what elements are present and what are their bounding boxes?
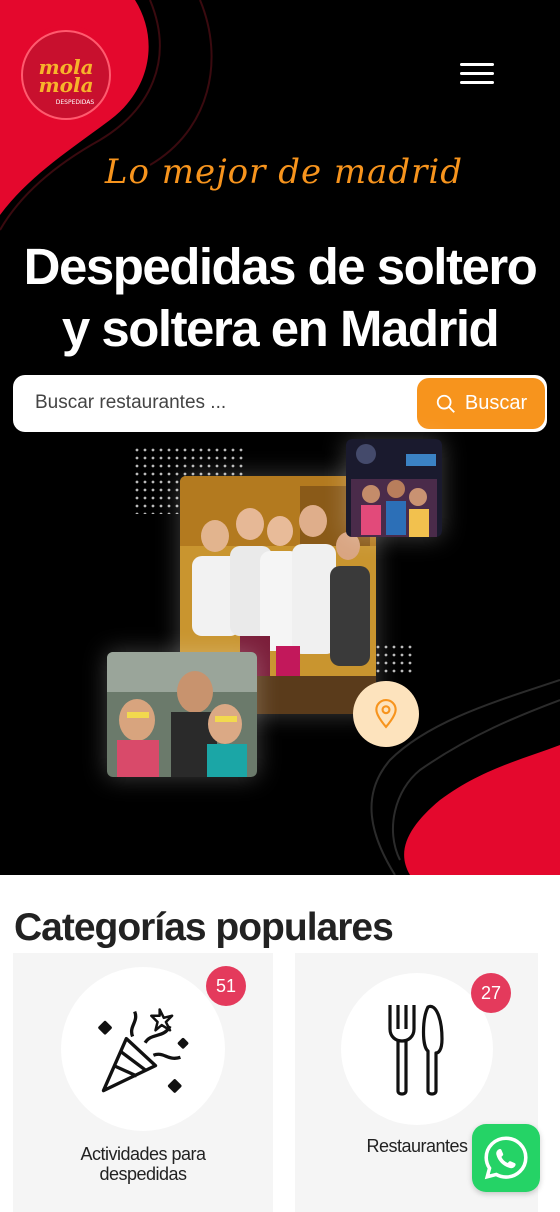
hero-decoration <box>0 0 560 875</box>
hamburger-menu-icon[interactable] <box>452 58 502 92</box>
hero-title-line-1: Despedidas de soltero <box>23 238 538 295</box>
category-card-actividades[interactable]: 51 Actividades para despedidas <box>13 953 273 1212</box>
fork-knife-icon <box>388 1004 444 1096</box>
whatsapp-icon <box>484 1136 528 1180</box>
hero-title: Despedidas de soltero y soltera en Madri… <box>10 236 550 360</box>
location-pin-icon <box>375 699 397 729</box>
hero-title-line-2: y soltera en Madrid <box>61 300 500 357</box>
category-count-badge: 51 <box>206 966 246 1006</box>
search-icon <box>436 394 455 413</box>
location-pin-button[interactable] <box>353 681 419 747</box>
mola-mola-logo[interactable]: mola mola DESPEDIDAS <box>15 24 117 126</box>
logo-text-2: mola <box>38 73 93 97</box>
hero-section: mola mola DESPEDIDAS Lo mejor de madrid … <box>0 0 560 875</box>
search-button[interactable]: Buscar <box>417 378 545 429</box>
nightclub-photo <box>346 439 442 537</box>
party-popper-icon <box>98 1008 189 1093</box>
categories-title: Categorías populares <box>14 906 394 949</box>
category-icon-circle <box>341 973 493 1125</box>
category-label: Actividades para despedidas <box>80 1144 206 1184</box>
search-button-label: Buscar <box>464 392 528 414</box>
whatsapp-button[interactable] <box>472 1124 540 1192</box>
category-count-badge: 27 <box>471 973 511 1013</box>
hero-tagline: Lo mejor de madrid <box>104 152 464 192</box>
category-icon-circle <box>61 967 225 1131</box>
logo-subtext: DESPEDIDAS <box>56 99 95 106</box>
search-input[interactable] <box>35 386 415 420</box>
search-bar: Buscar <box>13 375 547 432</box>
friends-photo <box>107 652 257 777</box>
